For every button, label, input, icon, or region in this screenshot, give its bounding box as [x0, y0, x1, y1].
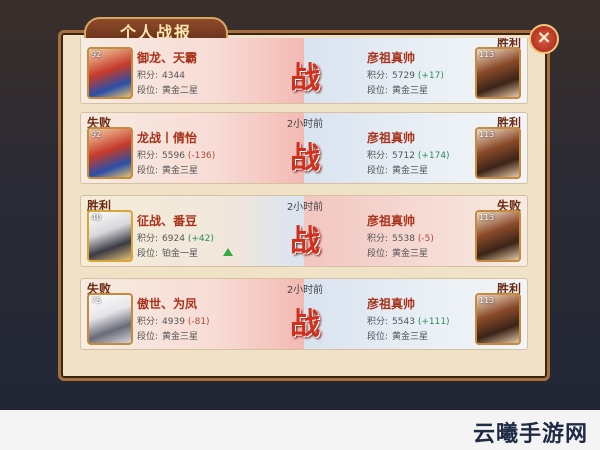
right-player-avatar[interactable]: 113 — [475, 127, 521, 179]
entry-time: 2小时前 — [286, 119, 324, 130]
vs-emblem: 战 — [290, 307, 320, 342]
right-player-avatar[interactable]: 113 — [475, 210, 521, 262]
rank-label: 段位: — [367, 249, 389, 259]
left-player-name: 御龙、天霸 — [137, 51, 198, 65]
left-score: 4939 — [162, 317, 185, 327]
score-label: 积分: — [137, 234, 159, 244]
right-player-level: 113 — [479, 130, 495, 139]
right-score: 5538 — [392, 234, 415, 244]
rank-label: 段位: — [137, 86, 159, 96]
right-rank: 黄金三星 — [392, 332, 429, 342]
rank-label: 段位: — [137, 166, 159, 176]
right-score-line: 积分: 5712 (+174) — [367, 148, 450, 161]
rank-label: 段位: — [367, 332, 389, 342]
score-label: 积分: — [367, 71, 389, 81]
score-label: 积分: — [367, 234, 389, 244]
battle-entry[interactable]: 2小时前 失败 胜利 92 龙战丨倩怡 积分: 5596 (-136) 段位: 黄金… — [80, 112, 528, 184]
close-button[interactable]: × — [529, 24, 559, 54]
left-score-line: 积分: 4939 (-81) — [137, 314, 210, 327]
battle-entry[interactable]: 2小时前 失败 胜利 75 傲世、为凤 积分: 4939 (-81) 段位: 黄金三… — [80, 278, 528, 350]
left-player-level: 75 — [91, 296, 102, 305]
left-score-change: (-136) — [187, 151, 216, 161]
left-score-line: 积分: 4344 — [137, 68, 185, 81]
left-player-name: 傲世、为凤 — [137, 297, 198, 311]
right-player-level: 113 — [479, 50, 495, 59]
score-label: 积分: — [137, 71, 159, 81]
left-player-avatar[interactable]: 92 — [87, 47, 133, 99]
battle-list[interactable]: 胜利 92 御龙、天霸 积分: 4344 段位: 黄金二星 战 彦祖真帅 积分: 57… — [80, 38, 528, 373]
right-score-change: (-5) — [417, 234, 434, 244]
left-rank-line: 段位: 黄金二星 — [137, 83, 198, 96]
left-rank-line: 段位: 铂金一星 — [137, 246, 198, 259]
vs-emblem: 战 — [290, 141, 320, 176]
right-score-change: (+174) — [417, 151, 450, 161]
left-player-level: 92 — [91, 130, 102, 139]
right-rank: 黄金三星 — [392, 166, 429, 176]
score-label: 积分: — [137, 317, 159, 327]
right-player-level: 113 — [479, 213, 495, 222]
right-player-name: 彦祖真帅 — [367, 214, 416, 228]
left-score: 5596 — [162, 151, 185, 161]
left-player-level: 92 — [91, 50, 102, 59]
right-score-line: 积分: 5543 (+111) — [367, 314, 450, 327]
site-watermark: 云曦手游网 — [472, 422, 588, 447]
right-score: 5712 — [392, 151, 415, 161]
left-player-name: 龙战丨倩怡 — [137, 131, 198, 145]
right-rank-line: 段位: 黄金三星 — [367, 83, 428, 96]
left-player-level: 40 — [91, 213, 102, 222]
left-rank: 黄金三星 — [162, 332, 199, 342]
right-score-change: (+17) — [417, 71, 444, 81]
entry-time: 2小时前 — [286, 202, 324, 213]
left-player-avatar[interactable]: 75 — [87, 293, 133, 345]
left-score-change: (-81) — [187, 317, 210, 327]
right-score-line: 积分: 5729 (+17) — [367, 68, 444, 81]
vs-emblem: 战 — [290, 61, 320, 96]
score-label: 积分: — [137, 151, 159, 161]
right-score: 5543 — [392, 317, 415, 327]
right-rank-line: 段位: 黄金三星 — [367, 329, 428, 342]
rank-label: 段位: — [137, 332, 159, 342]
rank-label: 段位: — [137, 249, 159, 259]
right-player-name: 彦祖真帅 — [367, 51, 416, 65]
right-rank-line: 段位: 黄金三星 — [367, 163, 428, 176]
left-score-line: 积分: 5596 (-136) — [137, 148, 215, 161]
right-rank: 黄金三星 — [392, 86, 429, 96]
rank-label: 段位: — [367, 166, 389, 176]
battle-entry[interactable]: 2小时前 胜利 失败 40 征战、番豆 积分: 6924 (+42) 段位: 铂金一… — [80, 195, 528, 267]
score-label: 积分: — [367, 317, 389, 327]
right-score-line: 积分: 5538 (-5) — [367, 231, 434, 244]
left-player-avatar[interactable]: 92 — [87, 127, 133, 179]
right-score-change: (+111) — [417, 317, 450, 327]
right-player-level: 113 — [479, 296, 495, 305]
left-rank: 黄金二星 — [162, 86, 199, 96]
vs-emblem: 战 — [290, 224, 320, 259]
right-player-name: 彦祖真帅 — [367, 131, 416, 145]
entry-time: 2小时前 — [286, 285, 324, 296]
left-score-line: 积分: 6924 (+42) — [137, 231, 214, 244]
left-player-avatar[interactable]: 40 — [87, 210, 133, 262]
right-player-avatar[interactable]: 113 — [475, 293, 521, 345]
left-score: 4344 — [162, 71, 185, 81]
left-rank-line: 段位: 黄金三星 — [137, 163, 198, 176]
left-rank: 铂金一星 — [162, 249, 199, 259]
score-label: 积分: — [367, 151, 389, 161]
left-rank: 黄金三星 — [162, 166, 199, 176]
right-player-avatar[interactable]: 113 — [475, 47, 521, 99]
left-rank-line: 段位: 黄金三星 — [137, 329, 198, 342]
rank-label: 段位: — [367, 86, 389, 96]
left-score: 6924 — [162, 234, 185, 244]
rank-up-arrow-icon — [223, 248, 233, 256]
right-rank-line: 段位: 黄金三星 — [367, 246, 428, 259]
right-player-name: 彦祖真帅 — [367, 297, 416, 311]
left-score-change: (+42) — [187, 234, 214, 244]
right-score: 5729 — [392, 71, 415, 81]
left-player-name: 征战、番豆 — [137, 214, 198, 228]
battle-entry[interactable]: 胜利 92 御龙、天霸 积分: 4344 段位: 黄金二星 战 彦祖真帅 积分: 57… — [80, 38, 528, 104]
right-rank: 黄金三星 — [392, 249, 429, 259]
